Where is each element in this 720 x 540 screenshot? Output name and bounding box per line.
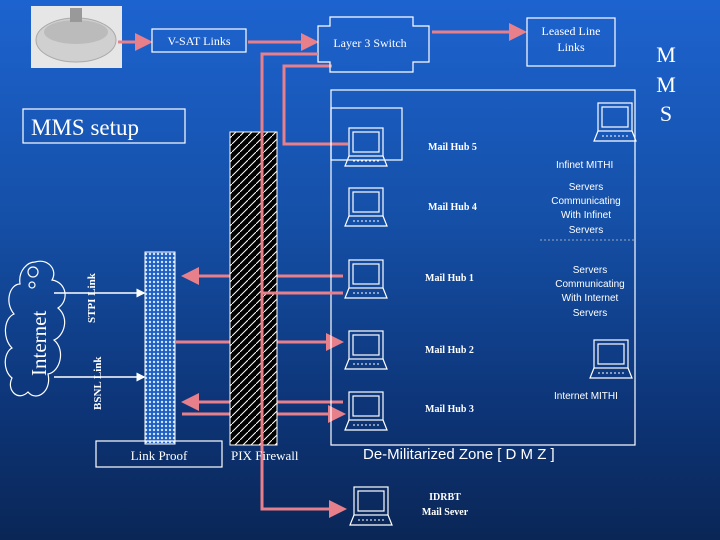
internet-servers-4: Servers	[573, 308, 607, 319]
firewall-label: PIX Firewall	[231, 448, 299, 463]
mail-hub5-label: Mail Hub 5	[428, 142, 477, 153]
side-label-s: S	[660, 101, 672, 126]
page-title: MMS setup	[31, 115, 139, 140]
infinet-servers-4: Servers	[569, 225, 603, 236]
pix-firewall-bar	[229, 131, 278, 446]
mail-server-label: Mail Sever	[422, 507, 469, 518]
computer-icon	[349, 486, 393, 526]
internet-servers-1: Servers	[573, 265, 607, 276]
mail-hub2-label: Mail Hub 2	[425, 345, 474, 356]
infinet-mithi-label: Infinet MITHI	[556, 160, 613, 171]
switch-label: Layer 3 Switch	[333, 36, 406, 50]
link-proof-bar	[144, 251, 176, 445]
infinet-servers-3: With Infinet	[561, 210, 611, 221]
mms-network-diagram: V-SAT Links Layer 3 Switch Leased Line L…	[4, 6, 676, 526]
link-proof-label: Link Proof	[131, 448, 188, 463]
computer-icon	[344, 330, 388, 370]
dmz-label: De-Militarized Zone [ D M Z ]	[363, 446, 555, 463]
computer-icon	[344, 187, 388, 227]
idrbt-label: IDRBT	[429, 492, 461, 503]
cloud-bubble	[28, 281, 36, 289]
mail-hub3-label: Mail Hub 3	[425, 404, 474, 415]
computer-icon	[593, 102, 637, 142]
computer-icon	[589, 339, 633, 379]
stpi-link-label: STPI Link	[86, 272, 98, 323]
internet-mithi-label: Internet MITHI	[554, 391, 618, 402]
infinet-servers-2: Communicating	[551, 196, 620, 207]
vsat-label: V-SAT Links	[167, 34, 230, 48]
network-links	[118, 23, 527, 518]
computer-icon	[344, 259, 388, 299]
computer-icon	[344, 391, 388, 431]
internet-servers-3: With Internet	[562, 293, 619, 304]
leased-label-2: Links	[557, 40, 585, 54]
mail-hub1-label: Mail Hub 1	[425, 273, 474, 284]
side-label-m1: M	[656, 42, 676, 67]
mail-hub4-label: Mail Hub 4	[428, 202, 477, 213]
internet-label: Internet	[27, 311, 51, 376]
internet-servers-2: Communicating	[555, 279, 624, 290]
leased-label-1: Leased Line	[542, 24, 601, 38]
cloud-bubble	[27, 266, 39, 278]
side-label-m2: M	[656, 72, 676, 97]
bsnl-link-label: BSNL Link	[92, 356, 104, 410]
infinet-servers-1: Servers	[569, 182, 603, 193]
satellite-dish-image	[31, 6, 122, 68]
